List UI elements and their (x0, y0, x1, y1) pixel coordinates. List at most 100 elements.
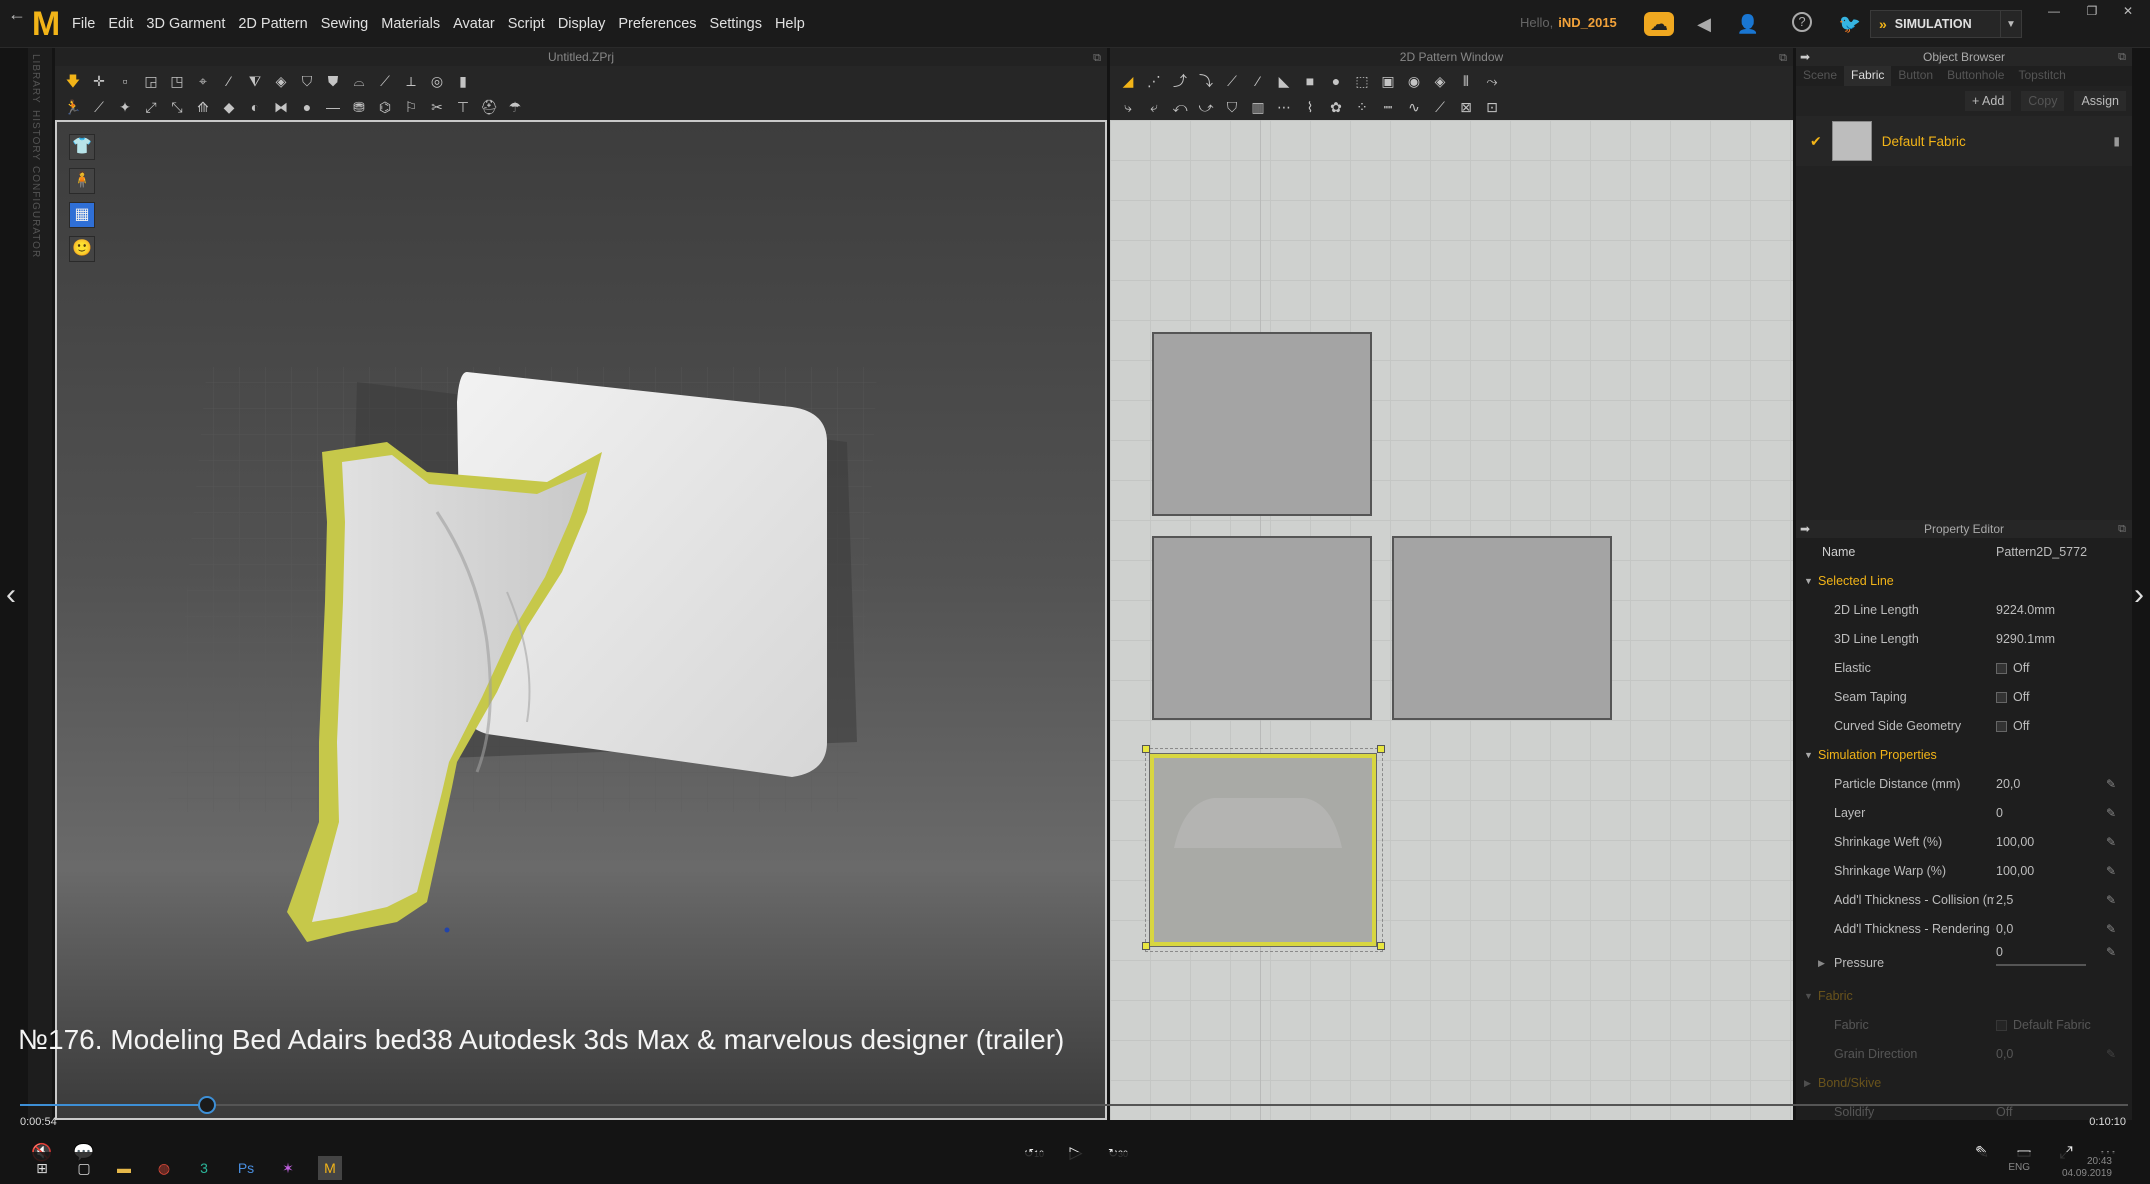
seek-thumb[interactable] (197, 1096, 216, 1114)
undock-icon[interactable]: ⧉ (2118, 48, 2126, 66)
edit-pencil-icon[interactable]: ✎ (2106, 938, 2116, 967)
tab-fabric[interactable]: Fabric (1844, 66, 1892, 86)
trim-icon[interactable]: ⌬ (375, 97, 395, 117)
transform-pattern-icon[interactable]: ◢ (1118, 71, 1138, 91)
add-button[interactable]: + Add (1964, 91, 2012, 111)
user-name[interactable]: iND_2015 (1558, 15, 1617, 30)
3d-viewport[interactable]: 👕 🧍 ▦ 🙂 (55, 120, 1107, 1120)
button-2d-icon[interactable]: ⁘ (1352, 97, 1372, 117)
chrome-icon[interactable]: ◍ (152, 1156, 176, 1180)
line-icon[interactable]: ⁄ (1248, 71, 1268, 91)
cut-icon[interactable]: ✂ (427, 97, 447, 117)
circle-icon[interactable]: ● (1326, 71, 1346, 91)
menu-sewing[interactable]: Sewing (321, 16, 369, 32)
simulate-icon[interactable]: 🏃 (63, 97, 83, 117)
seek-bar[interactable] (20, 1104, 2128, 1106)
flag-icon[interactable]: ⚐ (401, 97, 421, 117)
menu-3d-garment[interactable]: 3D Garment (146, 16, 225, 32)
corner-handle[interactable] (1377, 745, 1385, 753)
undock-icon[interactable]: ⧉ (1093, 49, 1101, 67)
edit-sew-icon[interactable]: ⤺ (1170, 97, 1190, 117)
copy-button[interactable]: Copy (2021, 91, 2065, 111)
menu-help[interactable]: Help (775, 16, 805, 32)
graphic-icon[interactable]: ✿ (1326, 97, 1346, 117)
menu-avatar[interactable]: Avatar (453, 16, 495, 32)
tab-topstitch[interactable]: Topstitch (2011, 66, 2072, 86)
point-icon[interactable]: ● (297, 97, 317, 117)
add-point-icon[interactable]: ⟋ (1222, 71, 1242, 91)
menu-materials[interactable]: Materials (381, 16, 440, 32)
corner-handle[interactable] (1377, 942, 1385, 950)
segment-sew-icon[interactable]: ⤷ (1118, 97, 1138, 117)
menu-display[interactable]: Display (558, 16, 606, 32)
render-icon[interactable]: ☂ (505, 97, 525, 117)
simulation-mode-button[interactable]: » SIMULATION (1870, 10, 2010, 38)
prop-value[interactable]: 2,5 (1996, 886, 2013, 915)
tshirt-icon[interactable]: ⛑ (479, 97, 499, 117)
internal-polygon-icon[interactable]: ⬚ (1352, 71, 1372, 91)
pattern-piece[interactable] (1152, 536, 1372, 720)
free-sew-icon[interactable]: ⤶ (1144, 97, 1164, 117)
user-icon[interactable]: 👤 (1736, 12, 1760, 36)
assign-button[interactable]: Assign (2074, 91, 2126, 111)
edit-curvature-icon[interactable]: ⤴ (1170, 71, 1190, 91)
minimize-icon[interactable]: — (2044, 4, 2064, 20)
fold-arrange-2d-icon[interactable]: ⛉ (1222, 97, 1242, 117)
fabric-doc-icon[interactable]: ▮ (2113, 134, 2120, 148)
strengthen-icon[interactable]: ⤢ (141, 97, 161, 117)
lasso-icon[interactable]: ◳ (167, 71, 187, 91)
speaker-icon[interactable]: ◀ (1692, 12, 1716, 36)
tab-button[interactable]: Button (1891, 66, 1940, 86)
edit-pencil-icon[interactable]: ✎ (2106, 799, 2116, 828)
curve-point-icon[interactable]: ⤵ (1196, 71, 1216, 91)
edit-pencil-icon[interactable]: ✎ (2106, 1040, 2116, 1069)
prop-value[interactable]: Off (1996, 1098, 2012, 1127)
garment-icon[interactable]: ⛉ (297, 71, 317, 91)
tab-configurator[interactable]: CONFIGURATOR (30, 166, 41, 258)
edit-pencil-icon[interactable]: ✎ (2106, 828, 2116, 857)
shirt-icon[interactable]: ⛊ (323, 71, 343, 91)
avatar-mode-icon[interactable]: 🐦 (1838, 12, 1862, 36)
menu-settings[interactable]: Settings (710, 16, 762, 32)
task-view-icon[interactable]: ▢ (72, 1156, 96, 1180)
app-icon[interactable]: ✶ (276, 1156, 300, 1180)
2d-viewport[interactable] (1110, 120, 1793, 1120)
edit-pencil-icon[interactable]: ✎ (2106, 857, 2116, 886)
photoshop-icon[interactable]: Ps (234, 1156, 258, 1180)
prop-label[interactable]: Pressure (1834, 949, 1994, 978)
measure-icon[interactable]: ⟋ (89, 97, 109, 117)
avatar-head-icon[interactable]: 🙂 (69, 236, 95, 262)
topstitch-icon[interactable]: ⋯ (1274, 97, 1294, 117)
tab-library[interactable]: LIBRARY (30, 54, 41, 104)
transform-icon[interactable]: ✛ (89, 71, 109, 91)
collapse-arrow-icon[interactable]: ➡ (1800, 520, 1810, 538)
edit-pencil-icon[interactable]: ✎ (2106, 770, 2116, 799)
brush-icon[interactable]: ⁄ (219, 71, 239, 91)
trace-icon[interactable]: ⤳ (1482, 71, 1502, 91)
prop-value[interactable]: 0 (1996, 938, 2003, 967)
tuck-icon[interactable]: ⟂ (401, 71, 421, 91)
grading-icon[interactable]: ⊠ (1456, 97, 1476, 117)
edit-pencil-icon[interactable]: ✎ (2106, 886, 2116, 915)
edit-point-icon[interactable]: ⋰ (1144, 71, 1164, 91)
system-clock[interactable]: 20:43 04.09.2019 (2062, 1156, 2112, 1180)
collapse-arrow-icon[interactable]: ➡ (1800, 48, 1810, 66)
curved-geometry-checkbox[interactable] (1996, 721, 2007, 733)
menu-script[interactable]: Script (508, 16, 545, 32)
piping-icon[interactable]: ∿ (1404, 97, 1424, 117)
prop-value[interactable]: 100,00 (1996, 857, 2034, 886)
line-tool-icon[interactable]: — (323, 97, 343, 117)
skirt-icon[interactable]: ⌓ (349, 71, 369, 91)
tab-history[interactable]: HISTORY (30, 110, 41, 161)
tack-icon[interactable]: ◎ (427, 71, 447, 91)
internal-rect-icon[interactable]: ▣ (1378, 71, 1398, 91)
previous-arrow-icon[interactable]: ‹ (6, 578, 16, 612)
3dsmax-icon[interactable]: 3 (192, 1156, 216, 1180)
menu-edit[interactable]: Edit (108, 16, 133, 32)
tab-scene[interactable]: Scene (1796, 66, 1844, 86)
folder-icon[interactable]: ▬ (112, 1156, 136, 1180)
cloud-sync-icon[interactable]: ☁ (1644, 12, 1674, 36)
texture-icon[interactable]: ▥ (1248, 97, 1268, 117)
polygon-icon[interactable]: ◣ (1274, 71, 1294, 91)
back-arrow-icon[interactable]: ← (8, 4, 26, 25)
